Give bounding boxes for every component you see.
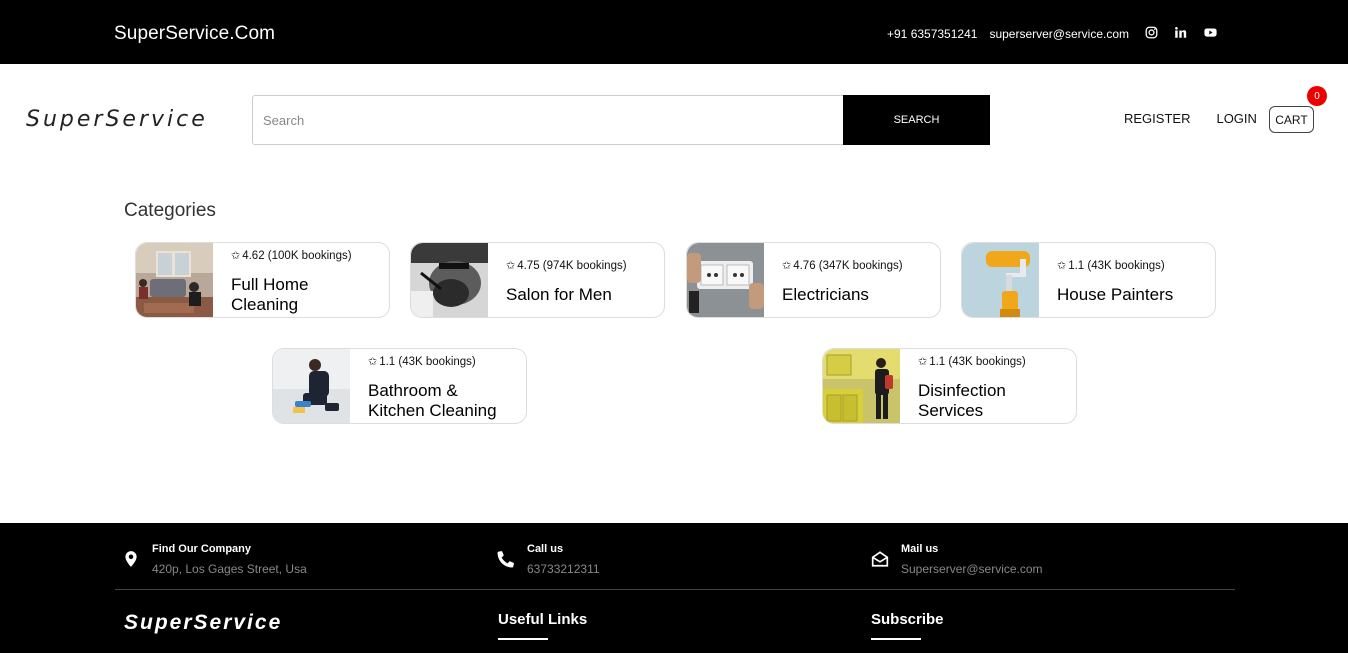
rating-text: 1.1 (43K bookings) [379, 355, 476, 368]
card-rating: ✩ 4.76 (347K bookings) [782, 259, 903, 273]
card-title: House Painters [1057, 285, 1173, 305]
star-icon: ✩ [231, 250, 241, 262]
instagram-icon[interactable] [1145, 26, 1158, 42]
heading-underline [498, 638, 548, 640]
star-icon: ✩ [1057, 260, 1067, 272]
footer-divider [115, 589, 1235, 590]
card-body: ✩ 1.1 (43K bookings) House Painters [1039, 243, 1215, 317]
footer-logo[interactable]: SuperService [124, 611, 282, 635]
register-link[interactable]: REGISTER [1124, 111, 1190, 126]
phone-icon [497, 551, 514, 568]
category-card-disinfection-services[interactable]: ✩ 1.1 (43K bookings) Disinfection Service… [822, 348, 1077, 424]
disinfection-photo [823, 349, 900, 423]
category-card-salon-for-men[interactable]: ✩ 4.75 (974K bookings) Salon for Men [410, 242, 665, 318]
phone-value[interactable]: 63733212311 [527, 562, 600, 576]
card-title: Bathroom & Kitchen Cleaning [368, 381, 497, 421]
social-links [1145, 26, 1218, 42]
mail-title: Mail us [901, 543, 939, 555]
categories-title: Categories [124, 200, 216, 221]
mail-value[interactable]: Superserver@service.com [901, 562, 1043, 576]
login-link[interactable]: LOGIN [1216, 111, 1256, 126]
card-title-line2: Kitchen Cleaning [368, 401, 497, 420]
rating-text: 1.1 (43K bookings) [929, 355, 1026, 368]
card-title-line2: Cleaning [231, 295, 299, 314]
footer-phone: Call us 63733212311 [497, 543, 600, 576]
mail-open-icon [871, 551, 889, 567]
card-title-line1: Full Home [231, 275, 309, 294]
card-rating: ✩ 4.75 (974K bookings) [506, 259, 627, 273]
location-value: 420p, Los Gages Street, Usa [152, 562, 307, 576]
floor-cleaning-photo [273, 349, 350, 423]
linkedin-icon[interactable] [1174, 26, 1187, 42]
electric-socket-photo [687, 243, 764, 317]
top-bar: SuperService.Com +91 6357351241 superser… [0, 0, 1348, 64]
top-phone[interactable]: +91 6357351241 [887, 27, 977, 41]
salon-photo [411, 243, 488, 317]
search-input[interactable] [252, 95, 843, 145]
card-body: ✩ 1.1 (43K bookings) Disinfection Service… [900, 349, 1076, 423]
star-icon: ✩ [506, 260, 516, 272]
header-nav: REGISTER LOGIN [1124, 111, 1257, 126]
star-icon: ✩ [918, 356, 928, 368]
category-card-house-painters[interactable]: ✩ 1.1 (43K bookings) House Painters [961, 242, 1216, 318]
heading-underline [871, 638, 921, 640]
card-title: Disinfection Services [918, 381, 1006, 421]
card-rating: ✩ 1.1 (43K bookings) [1057, 259, 1165, 273]
card-title-line2: Services [918, 401, 984, 420]
home-cleaning-photo [136, 243, 213, 317]
subscribe-heading: Subscribe [871, 611, 944, 640]
star-icon: ✩ [782, 260, 792, 272]
site-logo[interactable]: SuperService [26, 107, 208, 132]
footer: Find Our Company 420p, Los Gages Street,… [0, 523, 1348, 653]
cart-button[interactable]: CART [1269, 106, 1314, 133]
card-title-line1: House Painters [1057, 285, 1174, 304]
youtube-icon[interactable] [1203, 26, 1218, 42]
useful-links-heading: Useful Links [498, 611, 587, 640]
search-bar: SEARCH [252, 95, 990, 145]
card-title-line1: Disinfection [918, 381, 1006, 400]
top-email[interactable]: superserver@service.com [989, 27, 1129, 41]
paint-roller-photo [962, 243, 1039, 317]
card-title-line1: Salon for Men [506, 285, 612, 304]
useful-links-title: Useful Links [498, 611, 588, 628]
main-header: SuperService SEARCH REGISTER LOGIN CART [0, 64, 1348, 174]
search-button[interactable]: SEARCH [843, 95, 990, 145]
card-rating: ✩ 1.1 (43K bookings) [368, 355, 476, 369]
top-contact: +91 6357351241 superserver@service.com [887, 26, 1218, 42]
category-card-bathroom-kitchen-cleaning[interactable]: ✩ 1.1 (43K bookings) Bathroom & Kitchen C… [272, 348, 527, 424]
card-title: Full Home Cleaning [231, 275, 308, 315]
map-pin-icon [125, 551, 137, 567]
subscribe-title: Subscribe [871, 611, 944, 628]
card-rating: ✩ 4.62 (100K bookings) [231, 249, 352, 263]
category-card-electricians[interactable]: ✩ 4.76 (347K bookings) Electricians [686, 242, 941, 318]
card-title-line1: Electricians [782, 285, 869, 304]
card-body: ✩ 4.75 (974K bookings) Salon for Men [488, 243, 664, 317]
card-rating: ✩ 1.1 (43K bookings) [918, 355, 1026, 369]
cart-count-badge: 0 [1307, 86, 1327, 106]
rating-text: 4.76 (347K bookings) [793, 259, 903, 272]
card-body: ✩ 4.76 (347K bookings) Electricians [764, 243, 940, 317]
category-card-full-home-cleaning[interactable]: ✩ 4.62 (100K bookings) Full Home Cleaning [135, 242, 390, 318]
card-title: Salon for Men [506, 285, 612, 305]
card-title: Electricians [782, 285, 869, 305]
top-brand[interactable]: SuperService.Com [114, 23, 275, 45]
rating-text: 1.1 (43K bookings) [1068, 259, 1165, 272]
rating-text: 4.75 (974K bookings) [517, 259, 627, 272]
footer-mail: Mail us Superserver@service.com [871, 543, 1043, 576]
card-body: ✩ 4.62 (100K bookings) Full Home Cleaning [213, 243, 389, 317]
footer-location: Find Our Company 420p, Los Gages Street,… [122, 543, 307, 576]
card-title-line1: Bathroom & [368, 381, 458, 400]
rating-text: 4.62 (100K bookings) [242, 249, 352, 262]
phone-title: Call us [527, 543, 564, 555]
star-icon: ✩ [368, 356, 378, 368]
card-body: ✩ 1.1 (43K bookings) Bathroom & Kitchen C… [350, 349, 526, 423]
location-title: Find Our Company [152, 543, 251, 555]
